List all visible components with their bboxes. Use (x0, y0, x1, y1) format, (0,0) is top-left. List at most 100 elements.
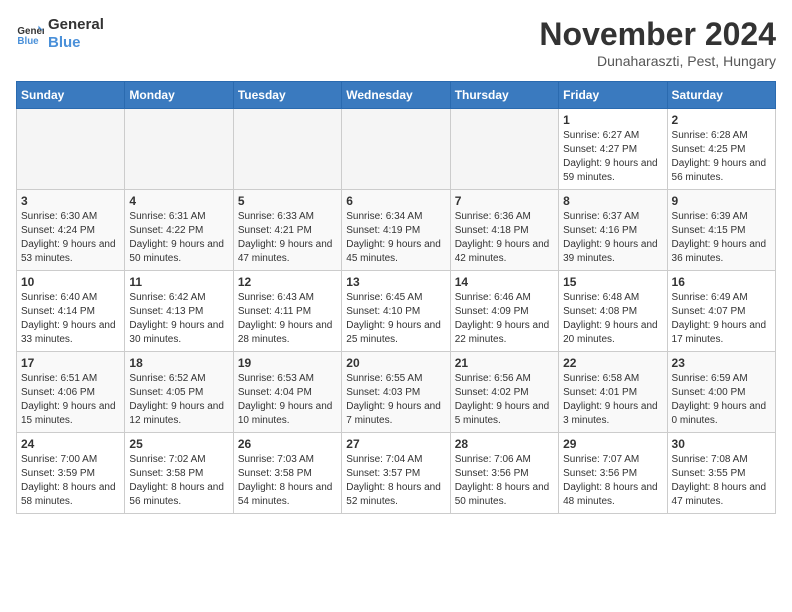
logo-general: General (48, 16, 104, 34)
calendar-cell: 28Sunrise: 7:06 AM Sunset: 3:56 PM Dayli… (450, 433, 558, 514)
day-number: 4 (129, 194, 228, 208)
day-info: Sunrise: 6:31 AM Sunset: 4:22 PM Dayligh… (129, 210, 228, 266)
calendar-cell: 2Sunrise: 6:28 AM Sunset: 4:25 PM Daylig… (667, 109, 775, 190)
logo: General Blue General Blue (16, 16, 104, 52)
calendar-body: 1Sunrise: 6:27 AM Sunset: 4:27 PM Daylig… (17, 109, 776, 514)
calendar-cell: 1Sunrise: 6:27 AM Sunset: 4:27 PM Daylig… (559, 109, 667, 190)
calendar-cell (17, 109, 125, 190)
calendar-cell (233, 109, 341, 190)
day-number: 5 (238, 194, 337, 208)
weekday-header-thursday: Thursday (450, 82, 558, 109)
calendar-cell: 23 Sunrise: 6:59 AM Sunset: 4:00 PM Dayli… (667, 352, 775, 433)
day-info: Sunrise: 6:48 AM Sunset: 4:08 PM Dayligh… (563, 291, 662, 347)
calendar-cell: 16 Sunrise: 6:49 AM Sunset: 4:07 PM Dayli… (667, 271, 775, 352)
weekday-header-sunday: Sunday (17, 82, 125, 109)
day-number: 27 (346, 437, 445, 451)
day-number: 29 (563, 437, 662, 451)
calendar-week-4: 17Sunrise: 6:51 AM Sunset: 4:06 PM Dayli… (17, 352, 776, 433)
day-number: 20 (346, 356, 445, 370)
weekday-header-tuesday: Tuesday (233, 82, 341, 109)
day-info: Sunrise: 6:52 AM Sunset: 4:05 PM Dayligh… (129, 372, 228, 428)
page-header: General Blue General Blue November 2024 … (16, 16, 776, 69)
day-number: 9 (672, 194, 771, 208)
calendar-cell: 17Sunrise: 6:51 AM Sunset: 4:06 PM Dayli… (17, 352, 125, 433)
calendar-cell: 4 Sunrise: 6:31 AM Sunset: 4:22 PM Daylig… (125, 190, 233, 271)
day-info: Sunrise: 7:03 AM Sunset: 3:58 PM Dayligh… (238, 453, 337, 509)
calendar-cell: 21 Sunrise: 6:56 AM Sunset: 4:02 PM Dayli… (450, 352, 558, 433)
weekday-header-friday: Friday (559, 82, 667, 109)
day-number: 25 (129, 437, 228, 451)
calendar-cell: 15 Sunrise: 6:48 AM Sunset: 4:08 PM Dayli… (559, 271, 667, 352)
calendar-week-2: 3 Sunrise: 6:30 AM Sunset: 4:24 PM Daylig… (17, 190, 776, 271)
day-number: 10 (21, 275, 120, 289)
calendar-cell: 12 Sunrise: 6:43 AM Sunset: 4:11 PM Dayli… (233, 271, 341, 352)
calendar-cell: 5 Sunrise: 6:33 AM Sunset: 4:21 PM Daylig… (233, 190, 341, 271)
calendar-week-3: 10Sunrise: 6:40 AM Sunset: 4:14 PM Dayli… (17, 271, 776, 352)
calendar-cell: 8 Sunrise: 6:37 AM Sunset: 4:16 PM Daylig… (559, 190, 667, 271)
weekday-header-saturday: Saturday (667, 82, 775, 109)
day-info: Sunrise: 6:27 AM Sunset: 4:27 PM Dayligh… (563, 129, 662, 185)
day-info: Sunrise: 7:06 AM Sunset: 3:56 PM Dayligh… (455, 453, 554, 509)
day-number: 6 (346, 194, 445, 208)
calendar-cell: 9Sunrise: 6:39 AM Sunset: 4:15 PM Daylig… (667, 190, 775, 271)
calendar-cell: 29 Sunrise: 7:07 AM Sunset: 3:56 PM Dayli… (559, 433, 667, 514)
calendar-cell: 6Sunrise: 6:34 AM Sunset: 4:19 PM Daylig… (342, 190, 450, 271)
calendar-cell: 27 Sunrise: 7:04 AM Sunset: 3:57 PM Dayli… (342, 433, 450, 514)
day-info: Sunrise: 7:04 AM Sunset: 3:57 PM Dayligh… (346, 453, 445, 509)
calendar-cell: 7Sunrise: 6:36 AM Sunset: 4:18 PM Daylig… (450, 190, 558, 271)
weekday-header-wednesday: Wednesday (342, 82, 450, 109)
calendar-cell: 14 Sunrise: 6:46 AM Sunset: 4:09 PM Dayli… (450, 271, 558, 352)
day-number: 22 (563, 356, 662, 370)
day-number: 12 (238, 275, 337, 289)
calendar-week-1: 1Sunrise: 6:27 AM Sunset: 4:27 PM Daylig… (17, 109, 776, 190)
day-number: 18 (129, 356, 228, 370)
day-info: Sunrise: 6:36 AM Sunset: 4:18 PM Dayligh… (455, 210, 554, 266)
calendar-cell: 24Sunrise: 7:00 AM Sunset: 3:59 PM Dayli… (17, 433, 125, 514)
day-number: 13 (346, 275, 445, 289)
calendar-cell: 13 Sunrise: 6:45 AM Sunset: 4:10 PM Dayli… (342, 271, 450, 352)
day-info: Sunrise: 7:07 AM Sunset: 3:56 PM Dayligh… (563, 453, 662, 509)
calendar-cell (125, 109, 233, 190)
day-number: 11 (129, 275, 228, 289)
day-number: 30 (672, 437, 771, 451)
location-subtitle: Dunaharaszti, Pest, Hungary (539, 53, 776, 69)
day-info: Sunrise: 6:46 AM Sunset: 4:09 PM Dayligh… (455, 291, 554, 347)
logo-blue: Blue (48, 34, 104, 52)
day-info: Sunrise: 6:42 AM Sunset: 4:13 PM Dayligh… (129, 291, 228, 347)
calendar-cell: 30 Sunrise: 7:08 AM Sunset: 3:55 PM Dayli… (667, 433, 775, 514)
day-info: Sunrise: 7:02 AM Sunset: 3:58 PM Dayligh… (129, 453, 228, 509)
day-number: 16 (672, 275, 771, 289)
day-info: Sunrise: 6:33 AM Sunset: 4:21 PM Dayligh… (238, 210, 337, 266)
calendar-cell: 25 Sunrise: 7:02 AM Sunset: 3:58 PM Dayli… (125, 433, 233, 514)
day-info: Sunrise: 7:08 AM Sunset: 3:55 PM Dayligh… (672, 453, 771, 509)
day-number: 8 (563, 194, 662, 208)
day-number: 23 (672, 356, 771, 370)
day-info: Sunrise: 6:30 AM Sunset: 4:24 PM Dayligh… (21, 210, 120, 266)
day-number: 21 (455, 356, 554, 370)
day-number: 14 (455, 275, 554, 289)
calendar-cell (450, 109, 558, 190)
day-info: Sunrise: 6:59 AM Sunset: 4:00 PM Dayligh… (672, 372, 771, 428)
calendar-week-5: 24Sunrise: 7:00 AM Sunset: 3:59 PM Dayli… (17, 433, 776, 514)
day-number: 15 (563, 275, 662, 289)
day-number: 3 (21, 194, 120, 208)
calendar-cell: 18 Sunrise: 6:52 AM Sunset: 4:05 PM Dayli… (125, 352, 233, 433)
title-area: November 2024 Dunaharaszti, Pest, Hungar… (539, 16, 776, 69)
day-number: 26 (238, 437, 337, 451)
day-info: Sunrise: 6:56 AM Sunset: 4:02 PM Dayligh… (455, 372, 554, 428)
day-number: 19 (238, 356, 337, 370)
month-title: November 2024 (539, 16, 776, 53)
day-info: Sunrise: 6:51 AM Sunset: 4:06 PM Dayligh… (21, 372, 120, 428)
day-info: Sunrise: 6:43 AM Sunset: 4:11 PM Dayligh… (238, 291, 337, 347)
weekday-header-monday: Monday (125, 82, 233, 109)
calendar-cell: 3 Sunrise: 6:30 AM Sunset: 4:24 PM Daylig… (17, 190, 125, 271)
day-info: Sunrise: 6:49 AM Sunset: 4:07 PM Dayligh… (672, 291, 771, 347)
calendar-cell: 22Sunrise: 6:58 AM Sunset: 4:01 PM Dayli… (559, 352, 667, 433)
svg-text:Blue: Blue (17, 36, 39, 47)
calendar-cell: 10Sunrise: 6:40 AM Sunset: 4:14 PM Dayli… (17, 271, 125, 352)
day-info: Sunrise: 6:45 AM Sunset: 4:10 PM Dayligh… (346, 291, 445, 347)
day-number: 2 (672, 113, 771, 127)
calendar-cell: 11 Sunrise: 6:42 AM Sunset: 4:13 PM Dayli… (125, 271, 233, 352)
calendar-table: SundayMondayTuesdayWednesdayThursdayFrid… (16, 81, 776, 514)
day-info: Sunrise: 6:37 AM Sunset: 4:16 PM Dayligh… (563, 210, 662, 266)
